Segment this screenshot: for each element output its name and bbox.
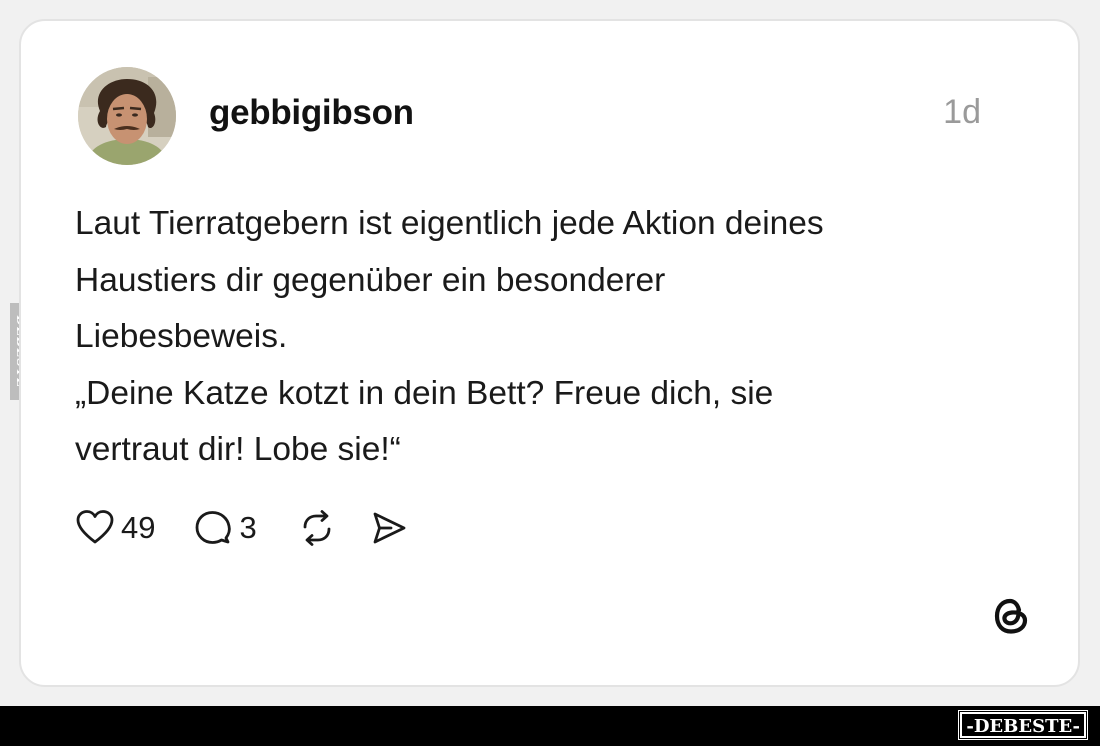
like-count: 49 — [121, 510, 156, 545]
comment-icon — [193, 508, 233, 548]
avatar[interactable] — [78, 67, 176, 165]
bottom-bar: -DEBESTE- — [0, 706, 1100, 746]
post-actions: 49 3 — [75, 506, 409, 550]
post-text: Laut Tierratgebern ist eigentlich jede A… — [75, 196, 1035, 479]
share-button[interactable] — [369, 508, 409, 548]
repost-icon — [297, 508, 337, 548]
post-text-line: Liebesbeweis. — [75, 318, 288, 355]
post-text-line: vertraut dir! Lobe sie!“ — [75, 431, 401, 468]
threads-logo-icon — [988, 593, 1034, 639]
heart-icon — [75, 508, 115, 548]
comment-count: 3 — [239, 510, 257, 545]
like-button[interactable]: 49 — [75, 508, 155, 548]
username[interactable]: gebbigibson — [209, 93, 414, 133]
post-text-line: „Deine Katze kotzt in dein Bett? Freue d… — [75, 374, 774, 412]
repost-button[interactable] — [297, 508, 337, 548]
post-text-line: Haustiers dir gegenüber ein besonderer — [75, 261, 666, 299]
share-icon — [369, 508, 409, 548]
post-timestamp: 1d — [943, 93, 981, 131]
post-card: gebbigibson 1d Laut Tierratgebern ist ei… — [19, 19, 1080, 687]
comment-button[interactable]: 3 — [193, 508, 257, 548]
bottom-watermark: -DEBESTE- — [958, 710, 1088, 740]
post-text-line: Laut Tierratgebern ist eigentlich jede A… — [75, 205, 824, 242]
